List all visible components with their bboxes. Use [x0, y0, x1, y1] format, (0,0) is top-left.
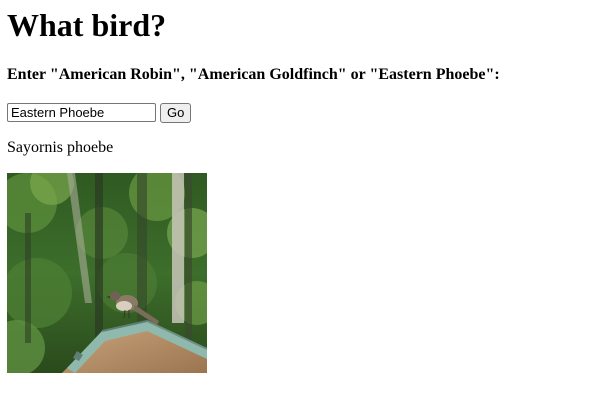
- bird-photo-illustration: [7, 173, 207, 373]
- page: What bird? Enter "American Robin", "Amer…: [0, 0, 600, 400]
- bird-form: Go: [7, 102, 192, 123]
- bird-name-input[interactable]: [7, 103, 156, 122]
- instructions-text: Enter "American Robin", "American Goldfi…: [7, 66, 500, 83]
- scientific-name-text: Sayornis phoebe: [7, 139, 114, 156]
- bird-photo: [7, 173, 207, 373]
- go-button[interactable]: Go: [160, 102, 192, 123]
- page-title: What bird?: [7, 7, 167, 43]
